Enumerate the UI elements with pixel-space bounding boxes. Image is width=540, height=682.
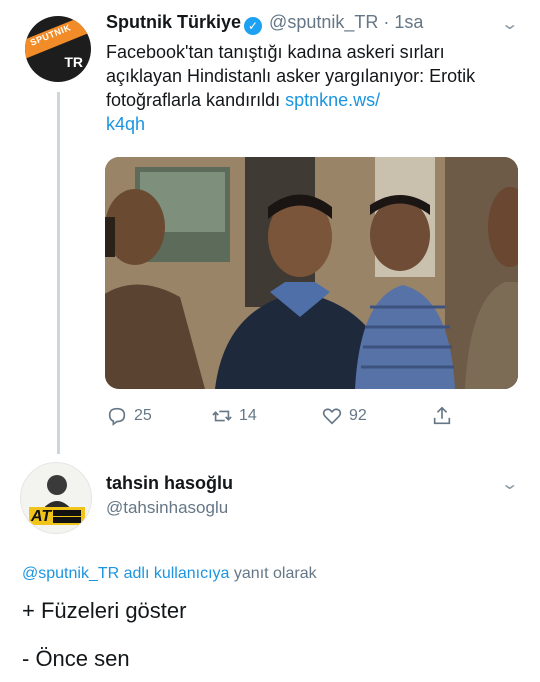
share-icon	[433, 406, 451, 425]
retweet-count: 14	[239, 407, 257, 424]
like-action[interactable]: 92	[321, 405, 367, 427]
verified-icon: ✓	[244, 17, 263, 35]
reply-icon	[108, 407, 126, 426]
sputnik-avatar[interactable]: SPUTNIK TR	[25, 16, 91, 82]
reply-avatar[interactable]: AT	[20, 462, 92, 534]
reply-chevron-down-icon[interactable]: ⌄	[500, 474, 519, 494]
replying-mention[interactable]: @sputnik_TR adlı kullanıcıya	[22, 565, 229, 582]
thread-line	[57, 92, 60, 454]
retweet-icon	[212, 410, 232, 422]
author-handle-time[interactable]: @sputnik_TR · 1sa	[269, 12, 423, 32]
reply-action[interactable]: 25	[106, 405, 152, 427]
reply-avatar-logo: AT	[29, 475, 85, 525]
like-count: 92	[349, 407, 367, 424]
reply-author-handle[interactable]: @tahsinhasoglu	[106, 498, 228, 518]
reply-text-line-1: + Füzeleri göster	[22, 598, 187, 623]
heart-icon	[322, 408, 342, 425]
photo-illustration	[105, 157, 518, 389]
original-tweet[interactable]: SPUTNIK TR Sputnik Türkiye ✓ @sputnik_TR …	[0, 0, 540, 450]
retweet-action[interactable]: 14	[211, 405, 257, 427]
reply-author-name[interactable]: tahsin hasoğlu	[106, 473, 233, 494]
author-name[interactable]: Sputnik Türkiye	[106, 12, 241, 32]
replying-suffix: yanıt olarak	[229, 565, 317, 582]
tweet-photo[interactable]	[105, 157, 518, 389]
reply-text-line-2: - Önce sen	[22, 646, 130, 671]
tweet-header: Sputnik Türkiye ✓ @sputnik_TR · 1sa	[106, 12, 423, 35]
svg-text:AT: AT	[30, 508, 52, 525]
share-action[interactable]	[431, 405, 453, 427]
tweet-actions: 25 14 92	[106, 405, 466, 429]
chevron-down-icon[interactable]: ⌄	[500, 14, 519, 34]
replying-to: @sputnik_TR adlı kullanıcıya yanıt olara…	[22, 565, 317, 583]
reply-count: 25	[134, 407, 152, 424]
avatar-region-text: TR	[64, 54, 83, 70]
tweet-text: Facebook'tan tanıştığı kadına askeri sır…	[106, 40, 516, 136]
